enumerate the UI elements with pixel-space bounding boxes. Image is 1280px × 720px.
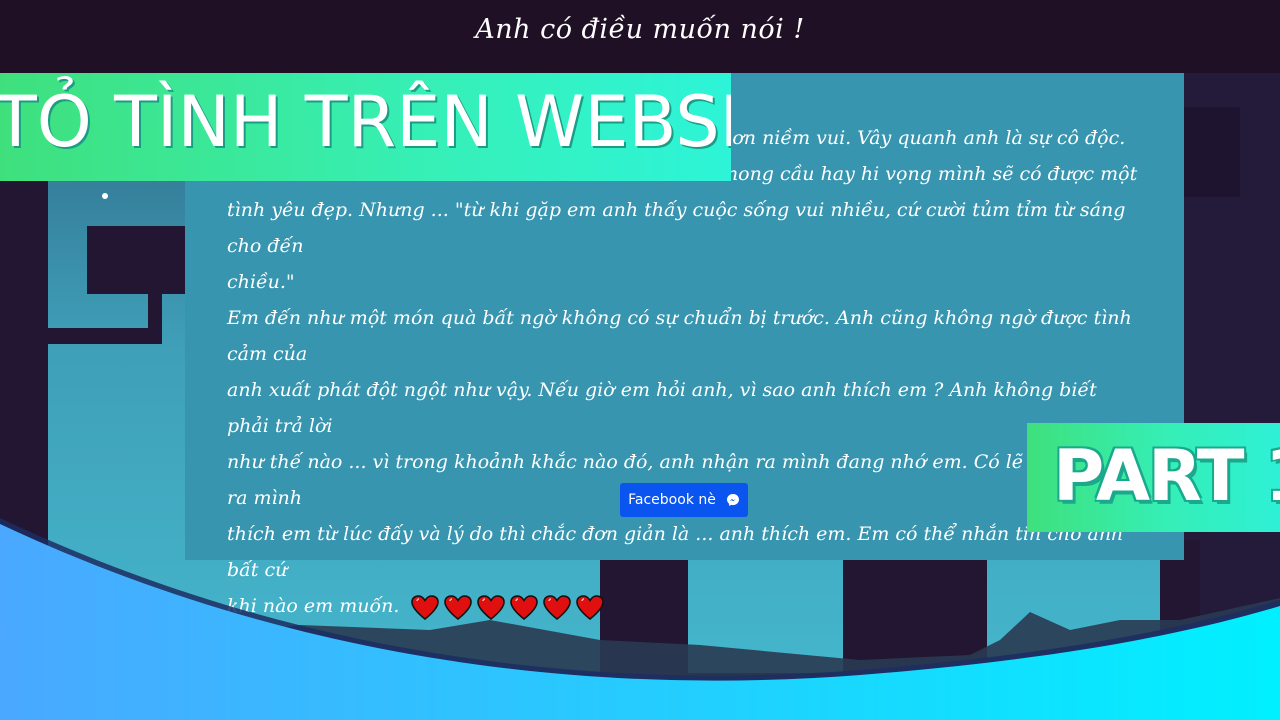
part-badge: PART 1: [1027, 423, 1280, 532]
part-label: PART 1: [1053, 435, 1280, 517]
title-banner: TỎ TÌNH TRÊN WEBSITE: [0, 73, 731, 181]
banner-title: TỎ TÌNH TRÊN WEBSITE: [0, 81, 731, 163]
